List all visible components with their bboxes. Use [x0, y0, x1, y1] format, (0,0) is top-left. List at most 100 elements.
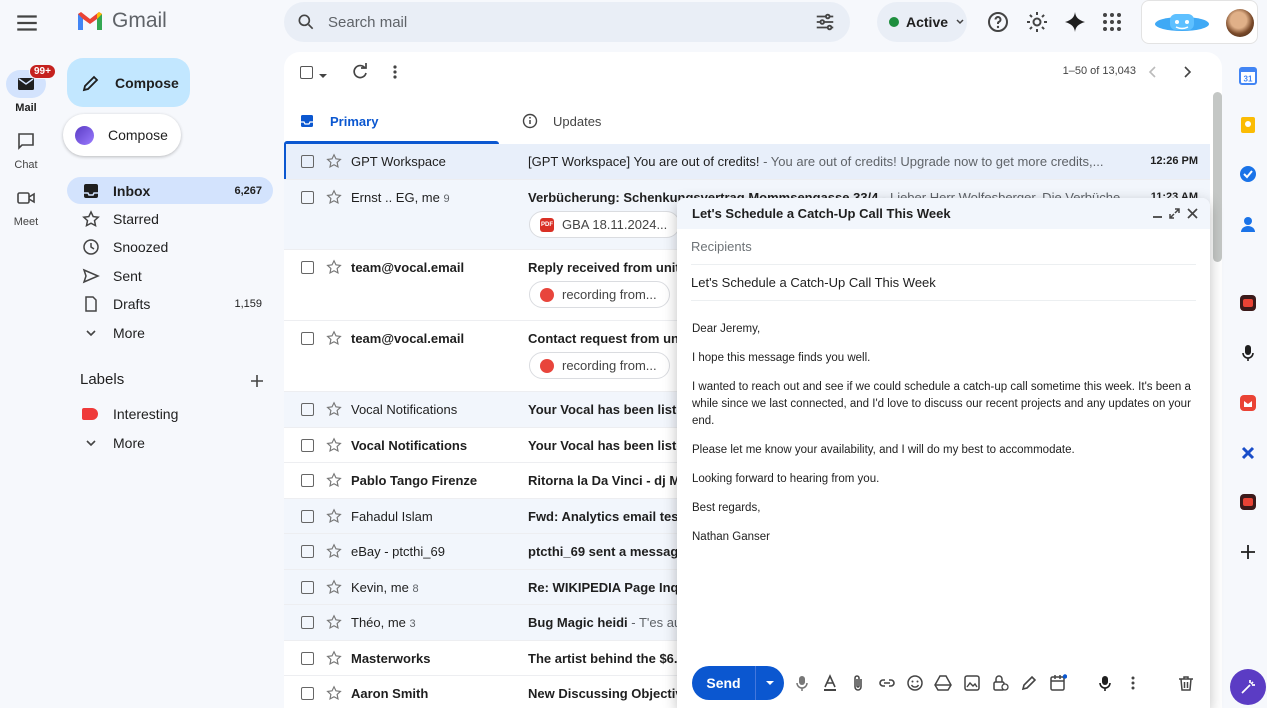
row-checkbox[interactable]	[301, 155, 314, 168]
star-icon[interactable]	[326, 543, 342, 559]
search-bar[interactable]	[284, 2, 850, 42]
row-checkbox[interactable]	[301, 191, 314, 204]
close-icon[interactable]	[1186, 207, 1199, 220]
contacts-icon[interactable]	[1238, 214, 1258, 234]
tasks-icon[interactable]	[1238, 164, 1258, 184]
star-icon[interactable]	[326, 259, 342, 275]
addon-mail-shield-icon[interactable]	[1238, 393, 1258, 413]
star-icon[interactable]	[326, 650, 342, 666]
row-checkbox[interactable]	[301, 616, 314, 629]
refresh-icon[interactable]	[351, 63, 369, 81]
text-format-icon[interactable]	[821, 674, 839, 692]
row-checkbox[interactable]	[301, 403, 314, 416]
tab-primary[interactable]: Primary	[300, 98, 378, 144]
star-icon[interactable]	[326, 401, 342, 417]
list-scrollbar[interactable]	[1213, 92, 1222, 262]
chevron-right-icon[interactable]	[1178, 63, 1196, 81]
rail-meet[interactable]: Meet	[0, 184, 52, 228]
addon-dark-app-icon[interactable]	[1238, 492, 1258, 512]
send-options-button[interactable]	[756, 666, 784, 700]
attach-paperclip-icon[interactable]	[849, 674, 867, 692]
star-icon[interactable]	[326, 579, 342, 595]
sidebar-item-starred[interactable]: Starred	[67, 205, 273, 232]
subject-field[interactable]: Let's Schedule a Catch-Up Call This Week	[691, 265, 1196, 301]
sidebar-item-more[interactable]: More	[67, 319, 273, 346]
sidebar-label-interesting[interactable]: Interesting	[67, 400, 273, 427]
email-row[interactable]: GPT Workspace [GPT Workspace] You are out…	[284, 144, 1210, 180]
compose-button[interactable]: Compose	[67, 58, 190, 107]
star-icon[interactable]	[326, 472, 342, 488]
discard-trash-icon[interactable]	[1177, 674, 1195, 692]
insert-link-icon[interactable]	[878, 674, 896, 692]
sidebar-item-snoozed[interactable]: Snoozed	[67, 233, 273, 260]
row-checkbox[interactable]	[301, 581, 314, 594]
star-icon[interactable]	[326, 330, 342, 346]
message-body[interactable]: Dear Jeremy, I hope this message finds yo…	[677, 301, 1210, 546]
account-switcher[interactable]	[1141, 0, 1258, 44]
more-options-icon[interactable]	[1124, 674, 1142, 692]
row-checkbox[interactable]	[301, 261, 314, 274]
attachment-chip[interactable]: recording from...	[529, 352, 670, 379]
ai-compose-button[interactable]: Compose	[63, 114, 181, 156]
star-icon[interactable]	[326, 685, 342, 701]
chevron-down-icon	[86, 439, 96, 446]
get-addons-plus-icon[interactable]	[1238, 542, 1258, 562]
star-icon[interactable]	[326, 437, 342, 453]
gemini-sparkle-icon[interactable]	[1063, 10, 1087, 34]
calendar-icon[interactable]: 31	[1238, 66, 1258, 86]
compose-header[interactable]: Let's Schedule a Catch-Up Call This Week	[677, 198, 1210, 229]
star-icon[interactable]	[326, 508, 342, 524]
main-menu-icon[interactable]	[14, 10, 40, 36]
row-checkbox[interactable]	[301, 510, 314, 523]
ai-assistant-button[interactable]	[1230, 669, 1266, 705]
user-avatar[interactable]	[1226, 9, 1254, 37]
drive-icon[interactable]	[934, 674, 952, 692]
select-all-checkbox[interactable]	[300, 66, 313, 79]
voice-microphone-icon[interactable]	[1238, 343, 1258, 363]
apps-grid-icon[interactable]	[1100, 10, 1124, 34]
gmail-logo[interactable]: Gmail	[76, 9, 167, 33]
send-button[interactable]: Send	[692, 666, 756, 700]
row-checkbox[interactable]	[301, 474, 314, 487]
row-checkbox[interactable]	[301, 332, 314, 345]
chevron-left-icon[interactable]	[1144, 63, 1162, 81]
star-icon[interactable]	[326, 189, 342, 205]
minimize-icon[interactable]	[1151, 207, 1164, 220]
attachment-chip[interactable]: PDF GBA 18.11.2024...	[529, 211, 681, 238]
sidebar-labels-more[interactable]: More	[67, 429, 273, 456]
search-icon[interactable]	[296, 12, 316, 32]
star-icon[interactable]	[326, 614, 342, 630]
schedule-send-icon[interactable]	[1049, 674, 1067, 692]
addon-red-app-icon[interactable]	[1238, 293, 1258, 313]
emoji-icon[interactable]	[906, 674, 924, 692]
keep-notes-icon[interactable]	[1238, 115, 1258, 135]
row-checkbox[interactable]	[301, 545, 314, 558]
attachment-chip[interactable]: recording from...	[529, 281, 670, 308]
row-checkbox[interactable]	[301, 687, 314, 700]
search-input[interactable]	[328, 13, 814, 31]
add-label-plus-icon[interactable]	[248, 372, 266, 390]
status-selector[interactable]: Active	[877, 2, 967, 42]
more-vert-icon[interactable]	[386, 63, 404, 81]
row-checkbox[interactable]	[301, 652, 314, 665]
star-icon[interactable]	[326, 153, 342, 169]
caret-down-icon[interactable]	[318, 67, 328, 85]
signature-pen-icon[interactable]	[1020, 674, 1038, 692]
settings-gear-icon[interactable]	[1025, 10, 1049, 34]
insert-photo-icon[interactable]	[963, 674, 981, 692]
search-options-icon[interactable]	[814, 11, 836, 33]
dictation-microphone-icon[interactable]	[1096, 674, 1114, 692]
sidebar-item-inbox[interactable]: Inbox 6,267	[67, 177, 273, 204]
tab-updates[interactable]: Updates	[522, 98, 601, 144]
microphone-icon[interactable]	[793, 674, 811, 692]
sidebar-item-drafts[interactable]: Drafts 1,159	[67, 290, 273, 317]
help-icon[interactable]	[986, 10, 1010, 34]
row-checkbox[interactable]	[301, 439, 314, 452]
recipients-field[interactable]: Recipients	[691, 229, 1196, 265]
expand-icon[interactable]	[1168, 207, 1181, 220]
confidential-lock-icon[interactable]	[991, 674, 1009, 692]
addon-blue-x-icon[interactable]	[1238, 443, 1258, 463]
sidebar-item-sent[interactable]: Sent	[67, 262, 273, 289]
rail-mail[interactable]: 99+ Mail	[0, 64, 56, 114]
rail-chat[interactable]: Chat	[0, 127, 52, 171]
